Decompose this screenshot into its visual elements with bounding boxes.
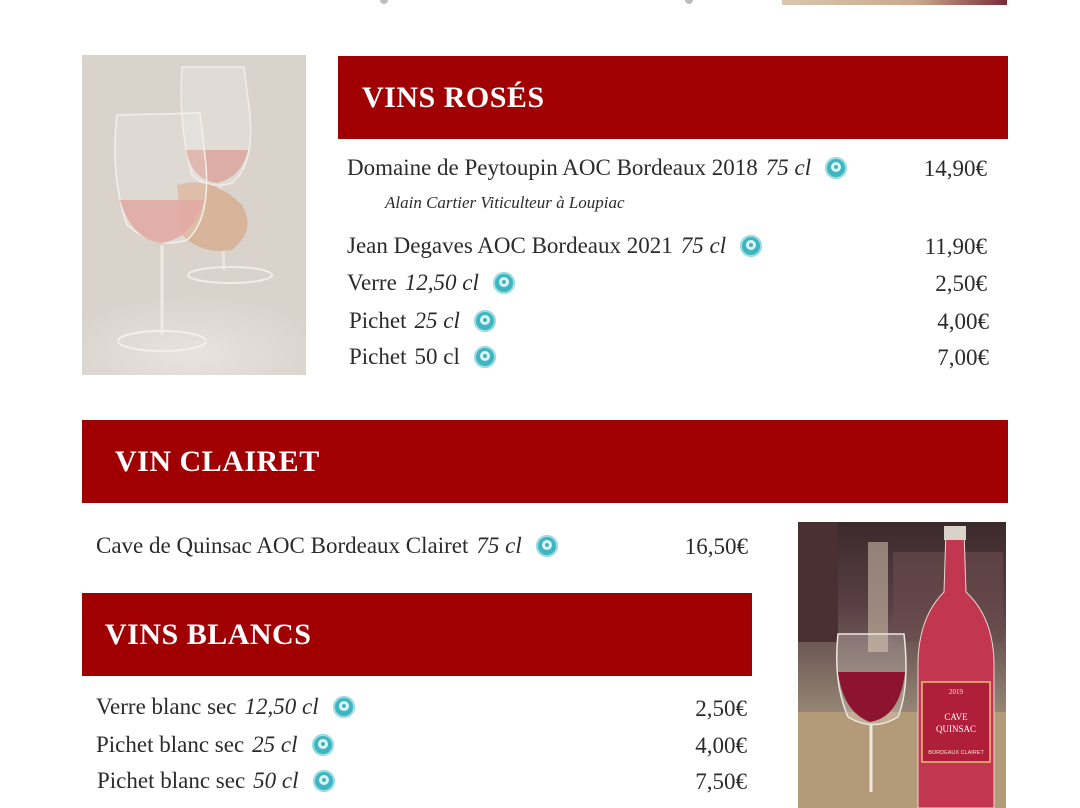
eco-label-badge-icon bbox=[825, 157, 848, 179]
item-volume: 75 cl bbox=[765, 155, 812, 180]
item-price: 7,00€ bbox=[937, 345, 989, 370]
menu-item: Pichet blanc sec 25 cl bbox=[96, 732, 334, 758]
item-volume: 75 cl bbox=[680, 233, 727, 258]
item-volume: 50 cl bbox=[414, 344, 460, 369]
menu-item: Cave de Quinsac AOC Bordeaux Clairet 75 … bbox=[96, 533, 558, 559]
item-name: Pichet blanc sec bbox=[97, 768, 246, 793]
menu-item: Pichet blanc sec 50 cl bbox=[97, 768, 335, 794]
previous-section-remnant bbox=[380, 0, 388, 4]
item-producer: Alain Cartier Viticulteur à Loupiac bbox=[385, 193, 625, 212]
item-name: Domaine de Peytoupin AOC Bordeaux 2018 bbox=[347, 155, 758, 180]
eco-label-badge-icon bbox=[312, 770, 335, 792]
menu-item: Pichet 25 cl bbox=[349, 308, 496, 334]
menu-item: Domaine de Peytoupin AOC Bordeaux 2018 7… bbox=[347, 155, 848, 181]
eco-label-badge-icon bbox=[332, 696, 355, 718]
eco-label-badge-icon bbox=[740, 235, 763, 257]
item-name: Jean Degaves AOC Bordeaux 2021 bbox=[347, 233, 673, 258]
item-name: Pichet blanc sec bbox=[96, 732, 245, 757]
item-name: Pichet bbox=[349, 344, 407, 369]
item-volume: 50 cl bbox=[253, 768, 299, 793]
item-price: 4,00€ bbox=[695, 733, 747, 758]
section-header-vins-roses: VINS ROSÉS bbox=[338, 56, 1008, 139]
eco-label-badge-icon bbox=[492, 272, 515, 294]
item-volume: 25 cl bbox=[414, 308, 460, 333]
item-name: Verre blanc sec bbox=[96, 694, 237, 719]
eco-label-badge-icon bbox=[535, 535, 558, 557]
section-header-vins-blancs: VINS BLANCS bbox=[82, 593, 752, 676]
clairet-bottle-and-glass-photo: 2019 CAVE QUINSAC BORDEAUX CLAIRET bbox=[798, 522, 1006, 808]
item-price: 4,00€ bbox=[937, 309, 989, 334]
menu-item: Verre 12,50 cl bbox=[347, 270, 515, 296]
item-price: 2,50€ bbox=[695, 696, 747, 721]
item-name: Cave de Quinsac AOC Bordeaux Clairet bbox=[96, 533, 469, 558]
eco-label-badge-icon bbox=[311, 734, 334, 756]
bottle-label-brand-line1: CAVE bbox=[944, 712, 968, 722]
item-name: Pichet bbox=[349, 308, 407, 333]
item-name: Verre bbox=[347, 270, 397, 295]
item-price: 11,90€ bbox=[924, 234, 987, 259]
menu-item: Pichet 50 cl bbox=[349, 344, 496, 370]
item-volume: 12,50 cl bbox=[404, 270, 479, 295]
item-price: 7,50€ bbox=[695, 769, 747, 794]
previous-section-remnant bbox=[685, 0, 693, 4]
bottle-label-year: 2019 bbox=[949, 688, 964, 696]
section-header-vin-clairet: VIN CLAIRET bbox=[82, 420, 1008, 503]
menu-item: Jean Degaves AOC Bordeaux 2021 75 cl bbox=[347, 233, 763, 259]
rose-wine-glasses-photo bbox=[82, 55, 306, 375]
menu-item: Verre blanc sec 12,50 cl bbox=[96, 694, 355, 720]
item-volume: 75 cl bbox=[476, 533, 522, 558]
eco-label-badge-icon bbox=[473, 346, 496, 368]
section-title: VINS ROSÉS bbox=[362, 80, 545, 114]
previous-section-photo-edge bbox=[782, 0, 1007, 5]
item-price: 2,50€ bbox=[935, 271, 987, 296]
item-volume: 25 cl bbox=[252, 732, 298, 757]
item-volume: 12,50 cl bbox=[244, 694, 319, 719]
section-title: VIN CLAIRET bbox=[115, 444, 320, 478]
item-price: 14,90€ bbox=[923, 156, 987, 181]
item-price: 16,50€ bbox=[684, 534, 748, 559]
eco-label-badge-icon bbox=[473, 310, 496, 332]
bottle-label-appellation: BORDEAUX CLAIRET bbox=[928, 750, 984, 756]
section-title: VINS BLANCS bbox=[105, 617, 312, 651]
bottle-label-brand-line2: QUINSAC bbox=[936, 724, 976, 734]
